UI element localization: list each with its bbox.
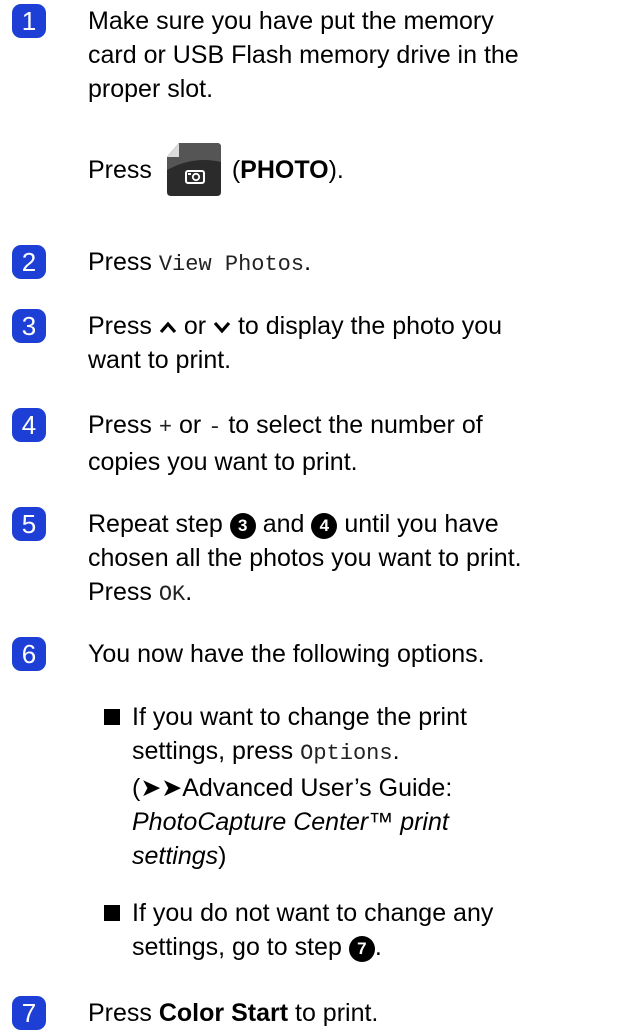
press-prefix: Press <box>88 156 152 184</box>
press-text: Press <box>88 578 152 606</box>
step-ref-7: 7 <box>348 936 375 962</box>
or-text: or <box>183 312 207 340</box>
photo-open: ( <box>231 156 241 184</box>
step-text: Press View Photos. <box>88 245 608 282</box>
bullet-square-icon <box>104 709 120 725</box>
bullet-square-icon <box>104 905 120 921</box>
step-number-badge: 5 <box>12 507 46 541</box>
step-suffix: . <box>304 248 312 276</box>
bullet-suffix: . <box>392 737 400 765</box>
bullet-line: If you want to change the print <box>132 703 467 731</box>
step-prefix: Press <box>88 411 152 439</box>
bullet-line: settings) <box>132 839 602 873</box>
and-text: and <box>262 510 305 538</box>
color-start-label: Color Start <box>158 999 289 1027</box>
guide-section-title: PhotoCapture Center™ print <box>132 808 449 836</box>
step-text: You now have the following options. <box>88 640 485 668</box>
bullet-prefix: settings, press <box>132 737 294 765</box>
bullet-line: If you do not want to change any <box>132 899 494 927</box>
step-number-badge: 4 <box>12 408 46 442</box>
step-line: Press + or - to select the number of <box>88 408 608 445</box>
step-text: Repeat step 3 and 4 until you have chose… <box>88 507 608 612</box>
step-prefix: Repeat step <box>88 510 223 538</box>
step-rest: until you have <box>344 510 499 538</box>
step-suffix: to print. <box>295 999 379 1027</box>
step-text: Press (PHOTO). <box>88 140 608 199</box>
bullet-suffix: . <box>374 933 382 961</box>
step-text: Make sure you have put the memory card o… <box>88 4 608 106</box>
guide-section-title-end: settings <box>132 842 219 870</box>
bullet-line: settings, press Options. <box>132 734 602 771</box>
bullet-line: settings, go to step 7. <box>132 930 602 964</box>
step-line: proper slot. <box>88 75 214 103</box>
step-prefix: Press <box>88 248 152 276</box>
bullet-suffix: ) <box>218 842 227 870</box>
step-suffix: . <box>185 578 193 606</box>
chevron-down-icon <box>213 309 231 343</box>
camera-icon <box>165 140 223 198</box>
minus-key: - <box>208 415 222 440</box>
step-line: card or USB Flash memory drive in the <box>88 41 519 69</box>
step-number-badge: 6 <box>12 637 46 671</box>
step-line: Repeat step 3 and 4 until you have <box>88 507 608 541</box>
step-line: Press or to display the photo you <box>88 309 608 343</box>
step-prefix: Press <box>88 312 152 340</box>
step-text: Press + or - to select the number of cop… <box>88 408 608 479</box>
step-line: chosen all the photos you want to print. <box>88 544 522 572</box>
bullet-text: If you do not want to change any setting… <box>132 896 602 964</box>
step-number-badge: 3 <box>12 309 46 343</box>
bullet-line: PhotoCapture Center™ print <box>132 805 602 839</box>
step-number-badge: 7 <box>12 996 46 1030</box>
plus-key: + <box>158 415 173 440</box>
photo-label: PHOTO <box>240 156 329 184</box>
step-prefix: Press <box>88 999 152 1027</box>
guide-reference: (➤➤Advanced User’s Guide: <box>132 774 453 802</box>
step-text: Press or to display the photo you want t… <box>88 309 608 377</box>
bullet-text: If you want to change the print settings… <box>132 700 602 873</box>
view-photos-key: View Photos <box>158 252 305 277</box>
step-rest: to select the number of <box>228 411 483 439</box>
ok-key: OK <box>158 582 186 607</box>
step-line: Make sure you have put the memory <box>88 7 494 35</box>
step-number-badge: 1 <box>12 4 46 38</box>
step-ref-4: 4 <box>311 513 338 539</box>
step-line: Press OK. <box>88 575 608 612</box>
bullet-prefix: settings, go to step <box>132 933 342 961</box>
instruction-page: 1 Make sure you have put the memory card… <box>0 0 618 1032</box>
step-text: Press Color Start to print. <box>88 996 608 1030</box>
step-line: want to print. <box>88 346 232 374</box>
chevron-up-icon <box>159 309 177 343</box>
step-rest: to display the photo you <box>237 312 503 340</box>
options-key: Options <box>300 741 393 766</box>
or-text: or <box>179 411 202 439</box>
step-ref-3: 3 <box>229 513 256 539</box>
photo-close: ). <box>328 156 344 184</box>
step-number-badge: 2 <box>12 245 46 279</box>
step-line: copies you want to print. <box>88 448 358 476</box>
